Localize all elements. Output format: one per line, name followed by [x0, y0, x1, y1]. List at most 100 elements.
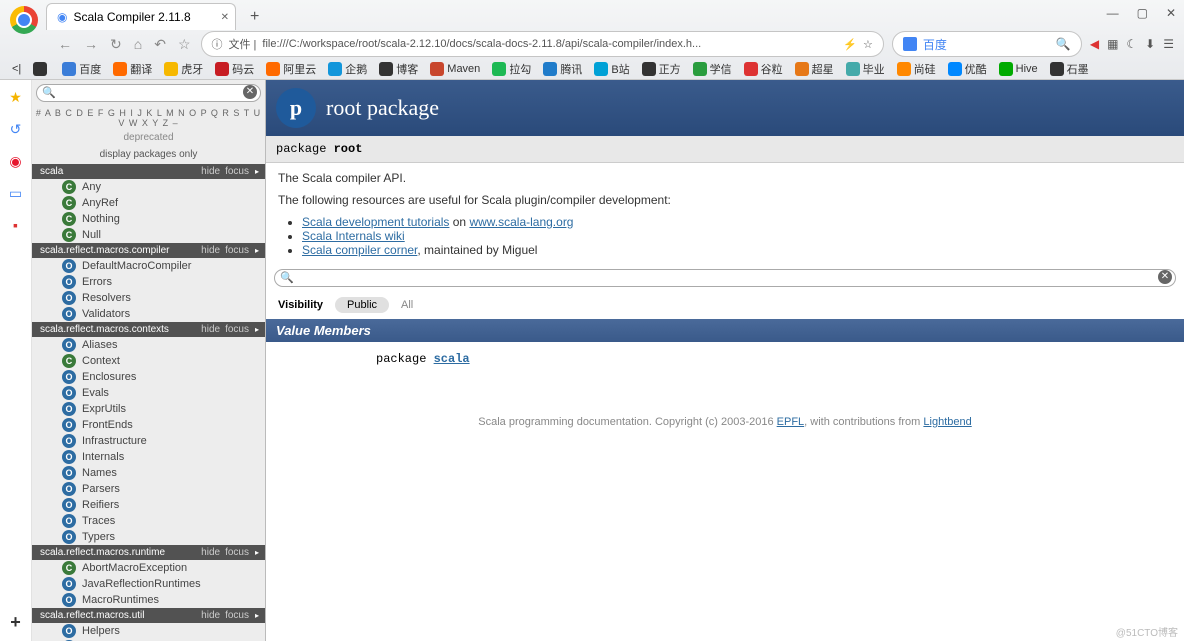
member-link[interactable]: ODefaultMacroCompiler: [32, 258, 265, 274]
focus-link[interactable]: focus: [225, 324, 249, 335]
hide-link[interactable]: hide: [201, 610, 220, 621]
member-link[interactable]: OReifiers: [32, 497, 265, 513]
bookmark-item[interactable]: 百度: [62, 61, 101, 77]
member-link[interactable]: OEvals: [32, 385, 265, 401]
bookmark-item[interactable]: Maven: [430, 62, 480, 76]
member-link[interactable]: CNothing: [32, 211, 265, 227]
hide-link[interactable]: hide: [201, 245, 220, 256]
deprecated-link[interactable]: deprecated: [32, 130, 265, 145]
bookmark-item[interactable]: 学信: [693, 61, 732, 77]
window-close[interactable]: ✕: [1166, 6, 1176, 20]
member-link[interactable]: CNull: [32, 227, 265, 243]
clear-icon[interactable]: ✕: [243, 85, 257, 99]
hide-link[interactable]: hide: [201, 547, 220, 558]
member-link[interactable]: OJavaReflectionRuntimes: [32, 576, 265, 592]
bookmark-item[interactable]: 翻译: [113, 61, 152, 77]
sidebar-search[interactable]: [36, 84, 261, 102]
card-icon[interactable]: ▭: [7, 184, 25, 202]
reload-button[interactable]: ↻: [108, 36, 124, 53]
clear-icon[interactable]: ✕: [1158, 270, 1172, 284]
visibility-public[interactable]: Public: [335, 297, 389, 313]
member-link[interactable]: CAny: [32, 179, 265, 195]
bookmark-item[interactable]: 企鹅: [328, 61, 367, 77]
bookmark-item[interactable]: 毕业: [846, 61, 885, 77]
close-icon[interactable]: ✕: [221, 12, 229, 23]
member-link[interactable]: OEnclosures: [32, 369, 265, 385]
bookmark-item[interactable]: 石墨: [1050, 61, 1089, 77]
focus-link[interactable]: focus: [225, 245, 249, 256]
browser-tab[interactable]: ◉ Scala Compiler 2.11.8 ✕: [46, 3, 236, 30]
bookmark-item[interactable]: 优酷: [948, 61, 987, 77]
focus-link[interactable]: focus: [225, 547, 249, 558]
member-link[interactable]: OFrontEnds: [32, 417, 265, 433]
theme-icon[interactable]: ☾: [1126, 37, 1137, 51]
add-button[interactable]: +: [10, 612, 21, 633]
hide-link[interactable]: hide: [201, 324, 220, 335]
bookmark-item[interactable]: 腾讯: [543, 61, 582, 77]
bookmark-item[interactable]: [33, 62, 50, 76]
bookmark-item[interactable]: 超星: [795, 61, 834, 77]
member-link[interactable]: OErrors: [32, 274, 265, 290]
bookmark-item[interactable]: 阿里云: [266, 61, 316, 77]
bookmark-item[interactable]: 博客: [379, 61, 418, 77]
new-tab-button[interactable]: +: [242, 4, 267, 30]
history-icon[interactable]: ↺: [7, 120, 25, 138]
back-button[interactable]: ←: [56, 36, 74, 52]
weibo-icon[interactable]: ◉: [7, 152, 25, 170]
member-link[interactable]: OExprUtils: [32, 401, 265, 417]
menu-icon[interactable]: ☰: [1163, 37, 1174, 51]
member-link[interactable]: OInternals: [32, 449, 265, 465]
visibility-all[interactable]: All: [401, 299, 413, 311]
bookmark-item[interactable]: B站: [594, 61, 629, 77]
forward-button[interactable]: →: [82, 36, 100, 52]
address-bar[interactable]: ⓘ 文件 | file:///C:/workspace/root/scala-2…: [201, 31, 884, 57]
flash-icon[interactable]: ⚡: [843, 38, 857, 51]
display-packages[interactable]: display packages only: [32, 145, 265, 164]
window-minimize[interactable]: —: [1107, 6, 1119, 20]
bookmark-toggle[interactable]: <|: [12, 63, 21, 75]
package-header[interactable]: scalahidefocus▸: [32, 164, 265, 179]
bookmark-item[interactable]: 正方: [642, 61, 681, 77]
search-icon[interactable]: 🔍: [1056, 37, 1071, 51]
epfl-link[interactable]: EPFL: [777, 416, 805, 428]
member-search[interactable]: [274, 269, 1176, 287]
member-link[interactable]: OInfrastructure: [32, 433, 265, 449]
member-link[interactable]: OMacroRuntimes: [32, 592, 265, 608]
hide-link[interactable]: hide: [201, 166, 220, 177]
member-link[interactable]: CAnyRef: [32, 195, 265, 211]
focus-link[interactable]: focus: [225, 166, 249, 177]
member-link[interactable]: CContext: [32, 353, 265, 369]
download-icon[interactable]: ⬇: [1145, 37, 1155, 51]
undo-button[interactable]: ↶: [152, 36, 168, 53]
browser-search[interactable]: 百度 🔍: [892, 31, 1082, 57]
package-header[interactable]: scala.reflect.macros.contextshidefocus▸: [32, 322, 265, 337]
bookmark-item[interactable]: 尚硅: [897, 61, 936, 77]
window-maximize[interactable]: ▢: [1137, 6, 1148, 20]
bookmark-item[interactable]: 谷粒: [744, 61, 783, 77]
member-link[interactable]: OResolvers: [32, 290, 265, 306]
bookmark-icon[interactable]: ☆: [863, 38, 873, 51]
member-link[interactable]: scala: [434, 352, 470, 366]
member-link[interactable]: OHelpers: [32, 623, 265, 639]
member-link[interactable]: CAbortMacroException: [32, 560, 265, 576]
package-header[interactable]: scala.reflect.macros.utilhidefocus▸: [32, 608, 265, 623]
ext-icon[interactable]: ◀: [1090, 37, 1099, 51]
member-link[interactable]: OAliases: [32, 337, 265, 353]
package-header[interactable]: scala.reflect.macros.runtimehidefocus▸: [32, 545, 265, 560]
bookmark-item[interactable]: Hive: [999, 62, 1038, 76]
member-link[interactable]: OValidators: [32, 306, 265, 322]
ext-icon[interactable]: ▦: [1107, 37, 1118, 51]
member-link[interactable]: OParsers: [32, 481, 265, 497]
member-link[interactable]: ONames: [32, 465, 265, 481]
bookmark-item[interactable]: 拉勾: [492, 61, 531, 77]
bookmark-item[interactable]: 虎牙: [164, 61, 203, 77]
member-link[interactable]: OTraces: [32, 513, 265, 529]
home-button[interactable]: ⌂: [132, 36, 144, 52]
member-link[interactable]: OTypers: [32, 529, 265, 545]
focus-link[interactable]: focus: [225, 610, 249, 621]
lightbend-link[interactable]: Lightbend: [923, 416, 971, 428]
pdf-icon[interactable]: ▪: [7, 216, 25, 234]
alpha-index[interactable]: # A B C D E F G H I J K L M N O P Q R S …: [32, 106, 265, 130]
star-icon[interactable]: ★: [7, 88, 25, 106]
package-header[interactable]: scala.reflect.macros.compilerhidefocus▸: [32, 243, 265, 258]
